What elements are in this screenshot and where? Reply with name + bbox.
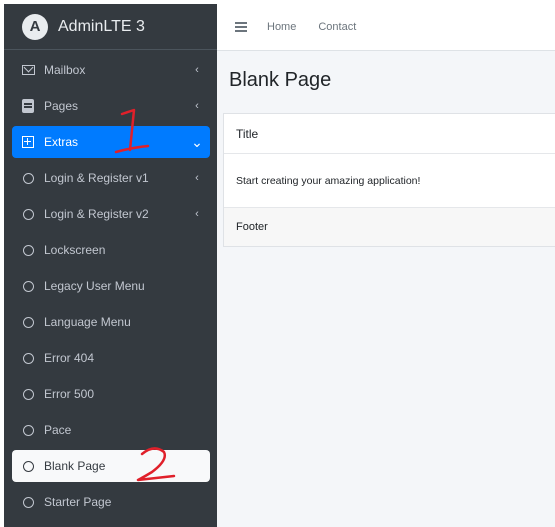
- sidebar-item-label: Extras: [44, 135, 79, 149]
- circle-icon: [20, 206, 36, 222]
- sidebar-item-login-register-v1[interactable]: Login & Register v1 ‹: [12, 162, 210, 194]
- sidebar-item-label: Error 404: [44, 351, 95, 365]
- circle-icon: [20, 314, 36, 330]
- envelope-icon: [20, 62, 36, 78]
- brand-logo: A: [22, 13, 48, 40]
- sidebar-item-label: Mailbox: [44, 63, 86, 77]
- sidebar-item-label: Pages: [44, 99, 79, 113]
- sidebar-item-label: Lockscreen: [44, 243, 106, 257]
- card-body: Start creating your amazing application!: [236, 174, 421, 187]
- plus-square-icon: [20, 134, 36, 150]
- circle-icon: [20, 494, 36, 510]
- sidebar-item-pages[interactable]: Pages ‹: [12, 90, 210, 122]
- card-footer: Footer: [224, 207, 555, 246]
- card: Title Start creating your amazing applic…: [223, 113, 555, 247]
- sidebar-item-blank-page[interactable]: Blank Page: [12, 450, 210, 482]
- circle-icon: [20, 350, 36, 366]
- chevron-left-icon: ‹: [195, 100, 199, 112]
- sidebar-item-login-register-v2[interactable]: Login & Register v2 ‹: [12, 198, 210, 230]
- sidebar-item-label: Legacy User Menu: [44, 279, 145, 293]
- sidebar-item-starter-page[interactable]: Starter Page: [12, 486, 210, 518]
- page-title: Blank Page: [229, 69, 332, 91]
- brand-link[interactable]: A AdminLTE 3: [4, 4, 217, 50]
- sidebar-item-label: Error 500: [44, 387, 95, 401]
- circle-icon: [20, 242, 36, 258]
- top-navbar: Home Contact: [217, 4, 555, 51]
- sidebar: A AdminLTE 3 Mailbox ‹ Pages ‹ Extras ⌄ …: [4, 4, 217, 527]
- sidebar-item-label: Blank Page: [44, 459, 106, 473]
- circle-icon: [20, 170, 36, 186]
- sidebar-item-label: Login & Register v2: [44, 207, 149, 221]
- sidebar-item-lockscreen[interactable]: Lockscreen: [12, 234, 210, 266]
- chevron-left-icon: ‹: [195, 208, 199, 220]
- nav-link-contact[interactable]: Contact: [318, 21, 356, 33]
- sidebar-item-error-404[interactable]: Error 404: [12, 342, 210, 374]
- content-wrapper: Blank Page Title Start creating your ama…: [217, 51, 555, 527]
- card-title: Title: [224, 114, 555, 154]
- brand-title: AdminLTE 3: [58, 17, 145, 35]
- circle-icon: [20, 458, 36, 474]
- sidebar-item-language-menu[interactable]: Language Menu: [12, 306, 210, 338]
- circle-icon: [20, 386, 36, 402]
- sidebar-item-label: Starter Page: [44, 495, 112, 509]
- hamburger-icon[interactable]: [235, 22, 247, 32]
- sidebar-item-label: Language Menu: [44, 315, 131, 329]
- sidebar-item-label: Pace: [44, 423, 72, 437]
- page-icon: [20, 98, 36, 114]
- nav-link-home[interactable]: Home: [267, 21, 296, 33]
- chevron-left-icon: ‹: [195, 172, 199, 184]
- chevron-left-icon: ‹: [195, 64, 199, 76]
- sidebar-item-pace[interactable]: Pace: [12, 414, 210, 446]
- chevron-down-icon: ⌄: [191, 134, 203, 150]
- sidebar-item-label: Login & Register v1: [44, 171, 149, 185]
- circle-icon: [20, 422, 36, 438]
- sidebar-item-error-500[interactable]: Error 500: [12, 378, 210, 410]
- circle-icon: [20, 278, 36, 294]
- app-window: A AdminLTE 3 Mailbox ‹ Pages ‹ Extras ⌄ …: [0, 0, 555, 527]
- sidebar-item-extras[interactable]: Extras ⌄: [12, 126, 210, 158]
- sidebar-item-mailbox[interactable]: Mailbox ‹: [12, 54, 210, 86]
- sidebar-item-legacy-user-menu[interactable]: Legacy User Menu: [12, 270, 210, 302]
